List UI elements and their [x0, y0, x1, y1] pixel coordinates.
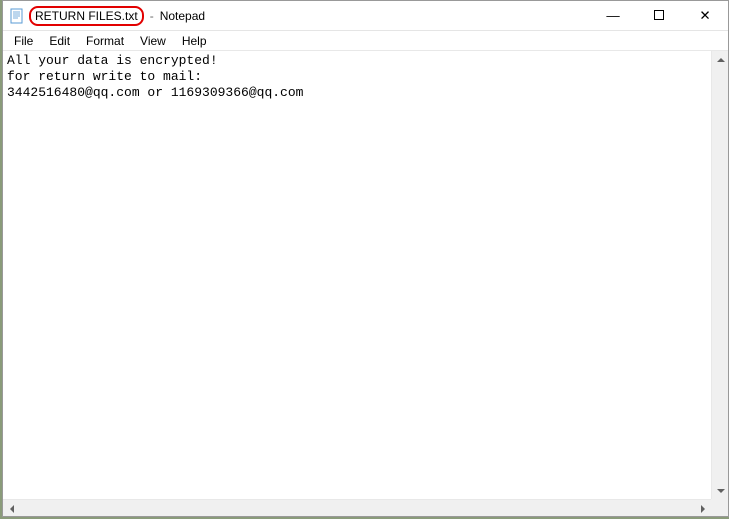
scroll-up-arrow[interactable] — [712, 51, 729, 68]
titlebar-left: RETURN FILES.txt - Notepad — [3, 6, 590, 26]
menu-view[interactable]: View — [133, 33, 173, 49]
maximize-button[interactable] — [636, 1, 682, 30]
scroll-right-arrow[interactable] — [694, 500, 711, 517]
window-controls: — ✕ — [590, 1, 728, 30]
menu-format[interactable]: Format — [79, 33, 131, 49]
menu-help[interactable]: Help — [175, 33, 214, 49]
app-name: Notepad — [160, 9, 205, 23]
minimize-button[interactable]: — — [590, 1, 636, 30]
menubar: File Edit Format View Help — [3, 31, 728, 51]
text-content[interactable]: All your data is encrypted! for return w… — [3, 51, 711, 499]
minimize-icon: — — [606, 8, 619, 23]
title-separator: - — [148, 9, 156, 23]
close-button[interactable]: ✕ — [682, 1, 728, 30]
maximize-icon — [654, 8, 664, 23]
scroll-left-arrow[interactable] — [3, 500, 20, 517]
menu-edit[interactable]: Edit — [42, 33, 77, 49]
hscroll-track[interactable] — [20, 500, 694, 516]
scroll-corner — [711, 499, 728, 516]
scroll-down-arrow[interactable] — [712, 482, 729, 499]
notepad-icon — [9, 8, 25, 24]
close-icon: ✕ — [699, 8, 710, 24]
filename-highlight: RETURN FILES.txt — [29, 6, 144, 26]
menu-file[interactable]: File — [7, 33, 40, 49]
horizontal-scrollbar[interactable] — [3, 499, 711, 516]
titlebar[interactable]: RETURN FILES.txt - Notepad — ✕ — [3, 1, 728, 31]
vertical-scrollbar[interactable] — [711, 51, 728, 499]
editor-area: All your data is encrypted! for return w… — [3, 51, 728, 499]
notepad-window: RETURN FILES.txt - Notepad — ✕ File Edit… — [2, 0, 729, 517]
bottom-scroll-row — [3, 499, 728, 516]
